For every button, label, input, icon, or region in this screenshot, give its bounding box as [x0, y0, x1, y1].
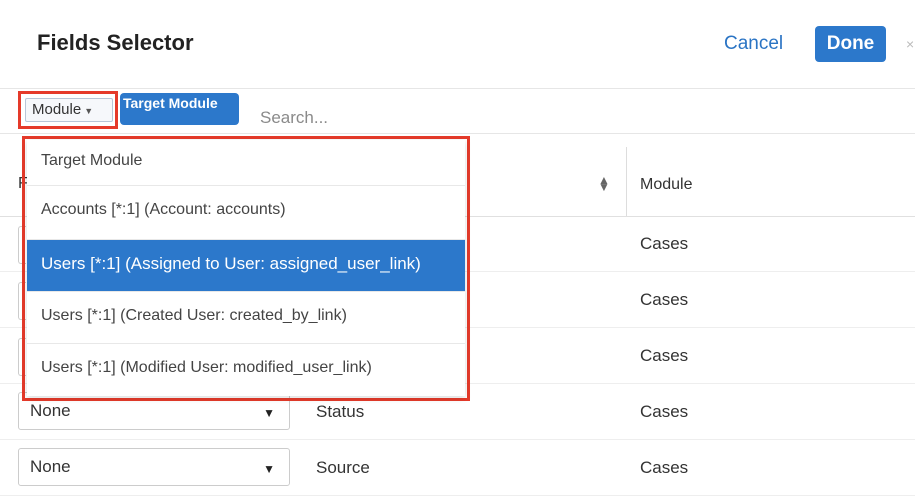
dropdown-item-selected[interactable]: Users [*:1] (Assigned to User: assigned_…	[27, 240, 465, 292]
close-icon[interactable]: ×	[906, 36, 914, 52]
dropdown-item[interactable]: Target Module	[27, 140, 465, 186]
caret-down-icon: ▼	[263, 462, 275, 476]
module-dropdown[interactable]: Module ▼	[25, 98, 113, 122]
sort-icon[interactable]: ▲ ▼	[598, 174, 610, 193]
dropdown-item[interactable]: Accounts [*:1] (Account: accounts)	[27, 186, 465, 240]
row-module: Cases	[640, 402, 689, 421]
table-row: None ▼ Source Cases	[0, 440, 915, 496]
row-module: Cases	[640, 290, 689, 309]
module-dropdown-menu: Target Module Accounts [*:1] (Account: a…	[27, 140, 465, 396]
page-title: Fields Selector	[37, 30, 194, 55]
row-module: Cases	[640, 458, 689, 477]
row-select-value: None	[30, 401, 71, 420]
column-divider	[626, 147, 627, 216]
row-field: Status	[316, 402, 365, 421]
dropdown-item[interactable]: Users [*:1] (Modified User: modified_use…	[27, 344, 465, 396]
search-input[interactable]: Search...	[260, 108, 328, 128]
done-button[interactable]: Done	[815, 26, 886, 62]
row-module: Cases	[640, 346, 689, 365]
row-select-value: None	[30, 457, 71, 476]
cancel-button[interactable]: Cancel	[724, 33, 783, 55]
target-module-pill[interactable]: Target Module	[120, 93, 239, 125]
row-field: Source	[316, 458, 370, 477]
column-header-module: Module	[640, 176, 693, 193]
module-dropdown-label: Module	[32, 101, 82, 118]
row-select[interactable]: None ▼	[18, 448, 290, 486]
row-module: Cases	[640, 234, 689, 253]
caret-down-icon: ▼	[84, 106, 94, 116]
modal-header: Fields Selector Cancel Done ×	[0, 0, 915, 88]
dropdown-item[interactable]: Users [*:1] (Created User: created_by_li…	[27, 292, 465, 344]
